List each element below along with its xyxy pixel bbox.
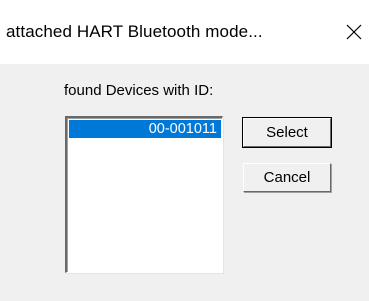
found-devices-label: found Devices with ID:	[64, 82, 214, 99]
device-listbox[interactable]: 00-001011	[65, 116, 223, 273]
listbox-frame: 00-001011	[67, 118, 222, 272]
select-button-label: Select	[266, 124, 308, 141]
list-item[interactable]: 00-001011	[69, 120, 221, 138]
window-title: attached HART Bluetooth mode...	[6, 22, 263, 41]
title-bar: attached HART Bluetooth mode...	[0, 0, 369, 64]
dialog-window: attached HART Bluetooth mode... found De…	[0, 0, 369, 301]
close-icon	[346, 24, 361, 40]
select-button[interactable]: Select	[242, 117, 332, 148]
cancel-button[interactable]: Cancel	[243, 163, 331, 192]
cancel-button-label: Cancel	[263, 169, 311, 186]
close-button[interactable]	[338, 14, 369, 50]
